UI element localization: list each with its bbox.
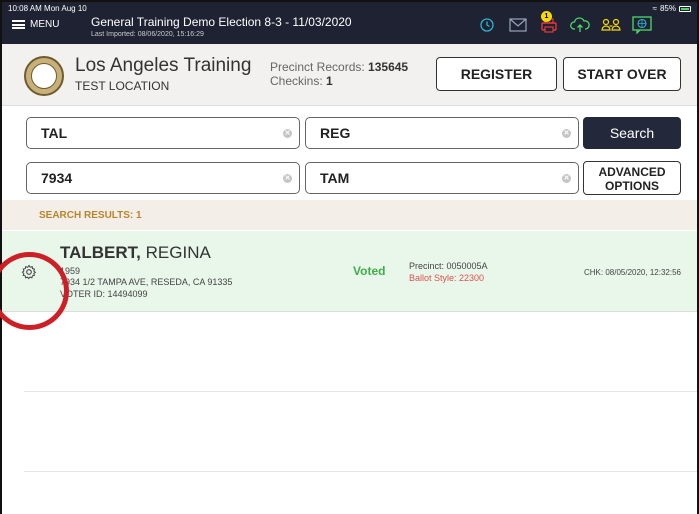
notification-badge: 1	[541, 11, 552, 22]
history-icon[interactable]	[476, 15, 498, 35]
clear-icon[interactable]: ✕	[562, 129, 571, 138]
voter-address: 7934 1/2 TAMPA AVE, RESEDA, CA 91335	[60, 277, 233, 287]
menu-button[interactable]: MENU	[12, 19, 59, 30]
first-name-input[interactable]: REG ✕	[305, 117, 579, 149]
precinct-records: Precinct Records: 135645	[270, 60, 408, 74]
voted-status: Voted	[353, 264, 386, 278]
advanced-options-line1: ADVANCED	[598, 165, 666, 179]
advanced-options-button[interactable]: ADVANCED OPTIONS	[583, 161, 681, 195]
toolbar-icons: 1	[476, 11, 653, 35]
status-time: 10:08 AM Mon Aug 10	[8, 4, 87, 13]
street-input[interactable]: TAM ✕	[305, 162, 579, 194]
clear-icon[interactable]: ✕	[283, 129, 292, 138]
location-header: Los Angeles Training TEST LOCATION Preci…	[2, 44, 697, 106]
voter-last-name: TALBERT,	[60, 243, 141, 262]
checkin-timestamp: CHK: 08/05/2020, 12:32:56	[584, 268, 681, 277]
clear-icon[interactable]: ✕	[562, 174, 571, 183]
checkins-label: Checkins:	[270, 74, 323, 88]
top-bar: 10:08 AM Mon Aug 10 ≈ 85% MENU General T…	[2, 2, 697, 44]
menu-label: MENU	[30, 19, 60, 30]
wifi-icon: ≈	[652, 4, 657, 13]
battery-label: 85%	[659, 4, 676, 13]
chat-icon[interactable]	[631, 15, 653, 35]
voter-result-row[interactable]: TALBERT, REGINA 1959 7934 1/2 TAMPA AVE,…	[0, 231, 697, 330]
row-divider	[24, 471, 697, 472]
checkins-value: 1	[326, 74, 333, 88]
cloud-upload-icon[interactable]	[569, 15, 591, 35]
status-battery: ≈ 85%	[653, 4, 691, 13]
first-name-value: REG	[320, 125, 351, 141]
last-name-input[interactable]: TAL ✕	[26, 117, 300, 149]
printer-icon[interactable]: 1	[538, 11, 560, 35]
checkins: Checkins: 1	[270, 74, 333, 88]
location-name: TEST LOCATION	[75, 79, 170, 93]
voter-name: TALBERT, REGINA	[60, 243, 211, 263]
election-title: General Training Demo Election 8-3 - 11/…	[91, 15, 352, 29]
start-over-button[interactable]: START OVER	[563, 57, 681, 91]
precinct-records-label: Precinct Records:	[270, 60, 365, 74]
last-imported: Last Imported: 08/06/2020, 15:16:29	[91, 31, 204, 38]
last-name-value: TAL	[41, 125, 68, 141]
users-icon[interactable]	[600, 15, 622, 35]
voter-first-name: REGINA	[140, 243, 211, 262]
house-number-value: 7934	[41, 170, 73, 186]
hamburger-icon	[12, 20, 25, 29]
search-results-header: SEARCH RESULTS: 1	[2, 200, 697, 230]
mail-icon[interactable]	[507, 15, 529, 35]
voter-id: VOTER ID: 14494099	[60, 289, 148, 299]
ballot-style: Ballot Style: 22300	[409, 273, 485, 283]
org-name: Los Angeles Training	[75, 55, 252, 76]
row-divider	[24, 391, 697, 392]
battery-icon	[679, 5, 691, 12]
register-button[interactable]: REGISTER	[436, 57, 557, 91]
county-seal-logo	[24, 56, 64, 96]
advanced-options-line2: OPTIONS	[604, 179, 659, 193]
house-number-input[interactable]: 7934 ✕	[26, 162, 300, 194]
precinct-records-value: 135645	[368, 60, 409, 74]
search-button[interactable]: Search	[583, 117, 681, 149]
clear-icon[interactable]: ✕	[283, 174, 292, 183]
street-value: TAM	[320, 170, 350, 186]
voter-precinct: Precinct: 0050005A	[409, 261, 488, 271]
